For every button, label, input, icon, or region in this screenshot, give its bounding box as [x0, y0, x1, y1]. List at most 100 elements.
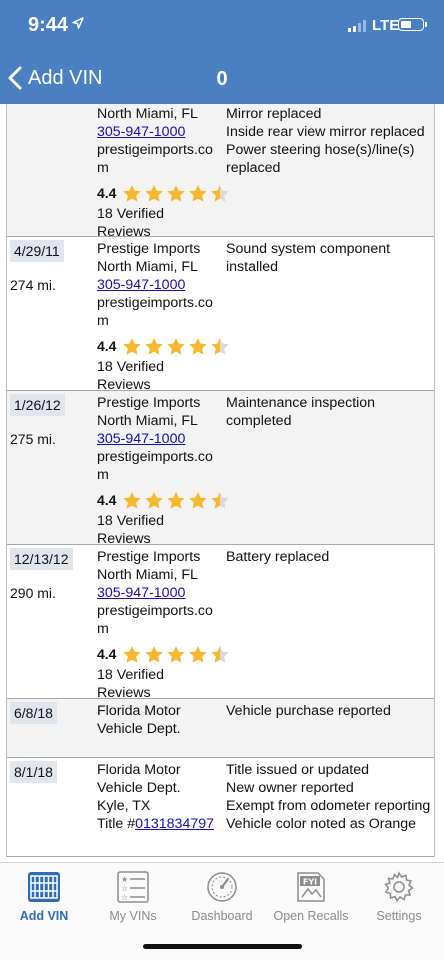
- source-name: Florida Motor Vehicle Dept.: [97, 703, 181, 737]
- detail-line: Sound system component installed: [226, 241, 391, 275]
- date-cell: 12/13/12 290 mi.: [7, 548, 93, 602]
- app-header: 9:44 LTE Add VIN 0: [0, 0, 444, 104]
- phone-link[interactable]: 305-947-1000: [97, 277, 185, 293]
- svg-text:FYI: FYI: [303, 878, 317, 887]
- title-number-link[interactable]: 0131834797: [135, 816, 214, 832]
- table-row: 6/8/18 Florida Motor Vehicle Dept. Vehic…: [7, 699, 434, 758]
- tab-my-vins[interactable]: ★ ☆ ☆ My VINs: [89, 869, 177, 923]
- star-icon: [145, 491, 164, 509]
- tab-settings[interactable]: Settings: [355, 869, 443, 923]
- detail-line: Exempt from odometer reporting: [226, 798, 431, 814]
- home-indicator: [143, 944, 302, 949]
- source-cell: Prestige Imports North Miami, FL 305-947…: [97, 548, 230, 702]
- website-text: prestigeimports.co m: [97, 142, 213, 176]
- source-location: Kyle, TX: [97, 798, 151, 814]
- vin-count: 0: [216, 68, 228, 90]
- phone-link[interactable]: 305-947-1000: [97, 585, 185, 601]
- tab-add-vin[interactable]: Add VIN: [0, 869, 88, 923]
- website-text: prestigeimports.co m: [97, 603, 213, 637]
- star-icon: [123, 184, 142, 202]
- speedometer-icon: [207, 872, 237, 902]
- clock: 9:44: [28, 14, 69, 36]
- list-icon: ★ ☆ ☆: [117, 871, 149, 903]
- star-icon: [123, 645, 142, 663]
- title-prefix: Title #: [97, 816, 136, 832]
- star-icon: [211, 645, 230, 663]
- mileage: 274 mi.: [10, 277, 56, 293]
- star-icon: [145, 645, 164, 663]
- source-location: North Miami, FL: [97, 567, 198, 583]
- star-icon: [211, 337, 230, 355]
- tab-open-recalls[interactable]: FYI Open Recalls: [267, 869, 355, 923]
- star-icon: [211, 491, 230, 509]
- rating-value: 4.4: [97, 185, 117, 201]
- detail-cell: Battery replaced: [226, 548, 436, 566]
- phone-link[interactable]: 305-947-1000: [97, 431, 185, 447]
- star-icon: [211, 184, 230, 202]
- table-row: 4/29/11 274 mi. Prestige Imports North M…: [7, 237, 436, 393]
- website-text: prestigeimports.co m: [97, 295, 213, 329]
- phone-link[interactable]: 305-947-1000: [97, 124, 185, 140]
- date-badge: 1/26/12: [10, 394, 65, 416]
- source-name: Prestige Imports: [97, 549, 201, 565]
- star-rating-icon: [122, 184, 232, 203]
- tab-label: Settings: [376, 909, 422, 923]
- detail-cell: Title issued or updated New owner report…: [226, 761, 436, 833]
- star-icon: [189, 337, 208, 355]
- navigation-bar: Add VIN 0: [0, 50, 444, 104]
- star-icon: [189, 491, 208, 509]
- detail-line: Battery replaced: [226, 549, 330, 565]
- source-cell: Florida Motor Vehicle Dept.: [97, 702, 197, 738]
- battery-icon: [398, 18, 424, 31]
- date-badge: 12/13/12: [10, 548, 73, 570]
- history-records-table: North Miami, FL 305-947-1000 prestigeimp…: [6, 104, 435, 857]
- network-type: LTE: [372, 17, 400, 34]
- star-icon: [167, 184, 186, 202]
- source-name: Florida Motor Vehicle Dept.: [97, 762, 181, 796]
- reviews-count: 18 Verified Reviews: [97, 513, 165, 547]
- star-icon: [123, 491, 142, 509]
- svg-text:☆: ☆: [121, 893, 128, 902]
- tab-label: Open Recalls: [273, 909, 349, 923]
- date-cell: 6/8/18: [7, 702, 93, 724]
- website-text: prestigeimports.co m: [97, 449, 213, 483]
- source-location: North Miami, FL: [97, 413, 198, 429]
- detail-cell: Sound system component installed: [226, 240, 436, 276]
- star-icon: [145, 184, 164, 202]
- detail-line: Title issued or updated: [226, 762, 370, 778]
- reviews-count: 18 Verified Reviews: [97, 359, 165, 393]
- tab-dashboard[interactable]: Dashboard: [178, 869, 266, 923]
- date-badge: 8/1/18: [10, 761, 57, 783]
- date-badge: 4/29/11: [10, 240, 64, 262]
- rating-value: 4.4: [97, 338, 117, 354]
- detail-line: Maintenance inspection completed: [226, 395, 376, 429]
- status-bar: 9:44 LTE: [0, 0, 444, 50]
- mileage: 275 mi.: [10, 431, 56, 447]
- star-rating-icon: [122, 337, 232, 356]
- source-name: Prestige Imports: [97, 395, 201, 411]
- tab-label: My VINs: [109, 909, 157, 923]
- detail-line: New owner reported: [226, 780, 354, 796]
- detail-cell: Mirror replaced Inside rear view mirror …: [226, 105, 436, 177]
- source-cell: Prestige Imports North Miami, FL 305-947…: [97, 394, 230, 548]
- star-icon: [123, 337, 142, 355]
- mileage: 290 mi.: [10, 585, 56, 601]
- tab-label: Dashboard: [191, 909, 253, 923]
- rating: 4.4: [97, 642, 230, 666]
- star-icon: [189, 645, 208, 663]
- date-cell: 1/26/12 275 mi.: [7, 394, 93, 448]
- star-icon: [167, 337, 186, 355]
- detail-line: Inside rear view mirror replaced: [226, 124, 425, 140]
- star-icon: [167, 645, 186, 663]
- detail-line: Mirror replaced: [226, 106, 322, 122]
- source-cell: North Miami, FL 305-947-1000 prestigeimp…: [97, 105, 230, 241]
- date-badge: 6/8/18: [10, 702, 57, 724]
- fyi-document-icon: FYI: [297, 872, 325, 902]
- gear-icon: [384, 871, 414, 902]
- star-rating-icon: [122, 491, 232, 510]
- detail-cell: Maintenance inspection completed: [226, 394, 436, 430]
- rating-value: 4.4: [97, 492, 117, 508]
- reviews-count: 18 Verified Reviews: [97, 206, 165, 240]
- date-cell: 4/29/11 274 mi.: [7, 240, 93, 294]
- battery-tip: [425, 22, 427, 27]
